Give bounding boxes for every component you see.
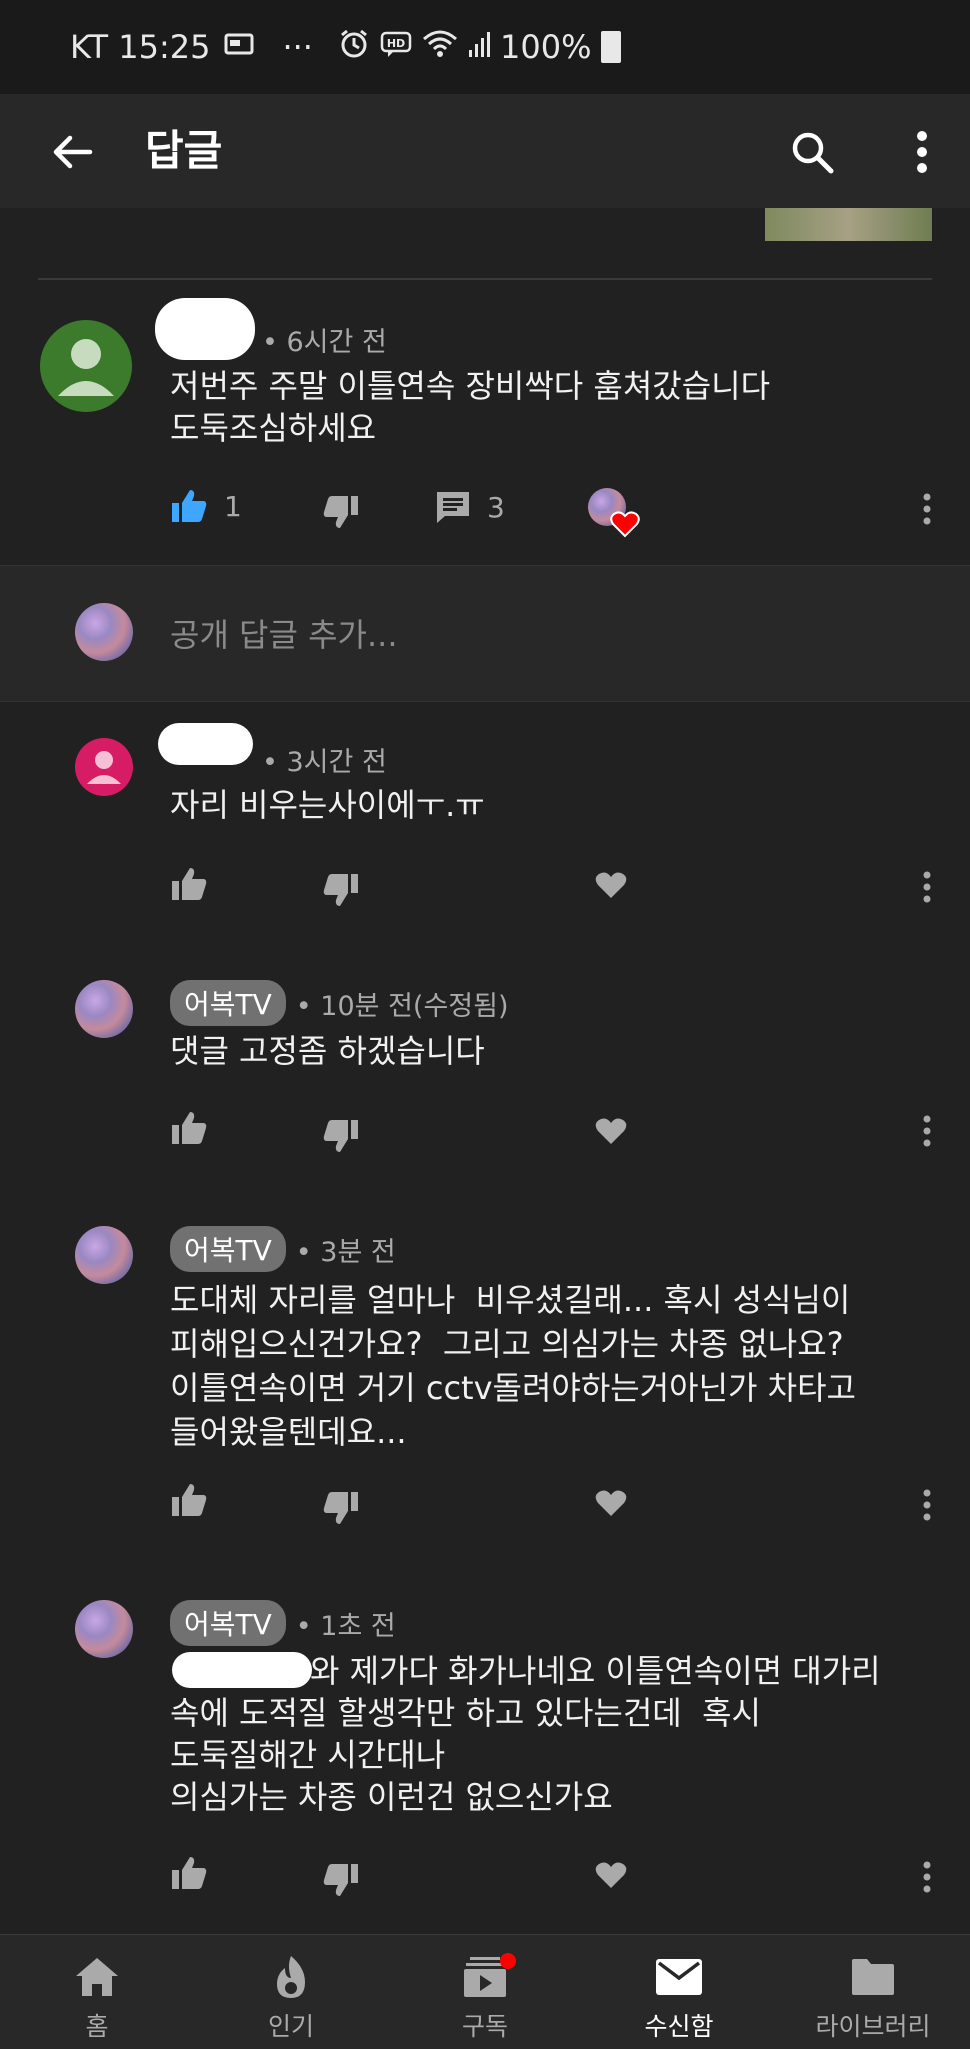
page-title: 답글 xyxy=(145,126,223,175)
reply-time: • 3시간 전 xyxy=(262,747,387,778)
thumbs-up-icon[interactable] xyxy=(170,1110,208,1146)
signal-icon xyxy=(468,30,490,65)
notification-dot xyxy=(500,1953,516,1969)
more-vert-icon[interactable] xyxy=(922,1488,932,1522)
heart-icon[interactable] xyxy=(594,1116,628,1146)
add-reply-bar[interactable] xyxy=(0,565,970,702)
home-icon xyxy=(76,1958,118,1996)
battery-percent: 100% xyxy=(500,28,592,66)
nav-trending[interactable]: 인기 xyxy=(194,1935,388,2049)
wifi-icon xyxy=(422,29,458,66)
reply-text: 자리 비우는사이에ㅜ.ㅠ xyxy=(170,786,485,824)
avatar[interactable] xyxy=(40,320,132,412)
reply-text-line1: 와 제가다 화가나네요 이틀연속이면 대가리 xyxy=(310,1652,881,1690)
more-vert-icon xyxy=(917,131,927,173)
status-right: HD 100% xyxy=(338,0,622,94)
cast-icon xyxy=(224,32,254,63)
avatar[interactable] xyxy=(75,1600,133,1658)
thumbs-down-icon[interactable] xyxy=(322,1490,360,1526)
thumbs-down-icon[interactable] xyxy=(322,1118,360,1154)
trending-icon xyxy=(277,1956,305,1998)
divider xyxy=(38,278,932,280)
heart-icon[interactable] xyxy=(594,1488,628,1518)
comment-icon xyxy=(437,492,469,523)
thumbs-up-icon[interactable] xyxy=(170,1855,208,1891)
dislike-button[interactable] xyxy=(322,494,360,530)
app-bar: 답글 xyxy=(0,94,970,208)
thumbs-down-icon[interactable] xyxy=(322,872,360,908)
avatar xyxy=(75,603,133,661)
more-vert-icon[interactable] xyxy=(922,492,932,526)
bottom-navigation: 홈 인기 구독 수신함 라이브러리 xyxy=(0,1934,970,2049)
author-badge[interactable]: 어복TV xyxy=(170,1600,286,1646)
author-badge[interactable]: 어복TV xyxy=(170,1226,286,1272)
author-badge[interactable]: 어복TV xyxy=(170,980,286,1026)
replies-button[interactable]: 3 xyxy=(435,490,505,524)
hd-voice-icon: HD xyxy=(380,30,412,65)
inbox-icon xyxy=(656,1959,702,1995)
video-header-strip[interactable] xyxy=(0,208,970,278)
status-bar: KT 15:25 ··· HD 100% xyxy=(0,0,970,94)
nav-label: 라이브러리 xyxy=(815,2012,931,2041)
more-options-button[interactable] xyxy=(890,120,954,184)
avatar[interactable] xyxy=(75,980,133,1038)
reply-header: 어복TV • 10분 전(수정됨) xyxy=(170,980,509,1026)
nav-label: 수신함 xyxy=(644,2012,714,2041)
comment-time: • 6시간 전 xyxy=(262,327,387,358)
thumbs-up-icon xyxy=(172,490,207,522)
reply-time: • 1초 전 xyxy=(295,1610,396,1642)
nav-subscriptions[interactable]: 구독 xyxy=(388,1935,582,2049)
avatar[interactable] xyxy=(75,738,133,796)
more-vert-icon[interactable] xyxy=(922,1114,932,1148)
reply-header: 어복TV • 3분 전 xyxy=(170,1226,396,1272)
reply-count: 3 xyxy=(487,490,505,524)
reply-header: 어복TV • 1초 전 xyxy=(170,1600,396,1646)
video-thumbnail[interactable] xyxy=(765,208,932,241)
search-icon xyxy=(792,132,834,174)
nav-label: 구독 xyxy=(461,2012,508,2041)
alarm-icon xyxy=(338,29,370,66)
battery-icon xyxy=(601,31,622,63)
avatar[interactable] xyxy=(75,1226,133,1284)
redacted-username xyxy=(155,298,255,360)
more-vert-icon[interactable] xyxy=(922,1860,932,1894)
nav-label: 인기 xyxy=(267,2012,314,2041)
search-button[interactable] xyxy=(780,120,844,184)
user-icon xyxy=(87,751,121,784)
like-count: 1 xyxy=(224,489,242,523)
thumbs-down-icon[interactable] xyxy=(322,1862,360,1898)
more-vert-icon[interactable] xyxy=(922,870,932,904)
status-left: KT 15:25 ··· xyxy=(70,0,313,94)
thumbs-up-icon[interactable] xyxy=(170,1482,208,1518)
reply-time: • 3분 전 xyxy=(295,1236,396,1268)
reply-text: 도대체 자리를 얼마나 비우셨길래... 혹시 성식님이 피해입으신건가요? 그… xyxy=(170,1281,856,1451)
reply-text: 속에 도적질 할생각만 하고 있다는건데 혹시 도둑질해간 시간대나 의심가는 … xyxy=(170,1694,761,1816)
thumbs-up-icon[interactable] xyxy=(170,866,208,902)
add-reply-input[interactable]: 공개 답글 추가... xyxy=(170,610,398,656)
arrow-left-icon xyxy=(53,135,93,169)
thumbs-down-icon xyxy=(323,496,358,528)
heart-icon[interactable] xyxy=(594,870,628,900)
like-button[interactable]: 1 xyxy=(170,488,242,524)
heart-icon xyxy=(610,511,640,538)
redacted-username xyxy=(158,723,253,765)
library-icon xyxy=(852,1959,894,1995)
nav-home[interactable]: 홈 xyxy=(0,1935,194,2049)
nav-library[interactable]: 라이브러리 xyxy=(776,1935,970,2049)
comment-text: 저번주 주말 이틀연속 장비싹다 훔쳐갔습니다 도둑조심하세요 xyxy=(170,367,771,447)
user-icon xyxy=(58,339,114,396)
svg-text:HD: HD xyxy=(387,37,405,50)
nav-inbox[interactable]: 수신함 xyxy=(582,1935,776,2049)
reply-text: 댓글 고정좀 하겠습니다 xyxy=(170,1032,485,1070)
carrier-time: KT 15:25 xyxy=(70,28,211,66)
reply-time: • 10분 전(수정됨) xyxy=(295,990,509,1022)
back-button[interactable] xyxy=(40,120,104,184)
redacted-mention xyxy=(172,1652,312,1688)
nav-label: 홈 xyxy=(85,2012,109,2041)
heart-icon[interactable] xyxy=(594,1860,628,1890)
status-dots: ··· xyxy=(282,28,313,66)
